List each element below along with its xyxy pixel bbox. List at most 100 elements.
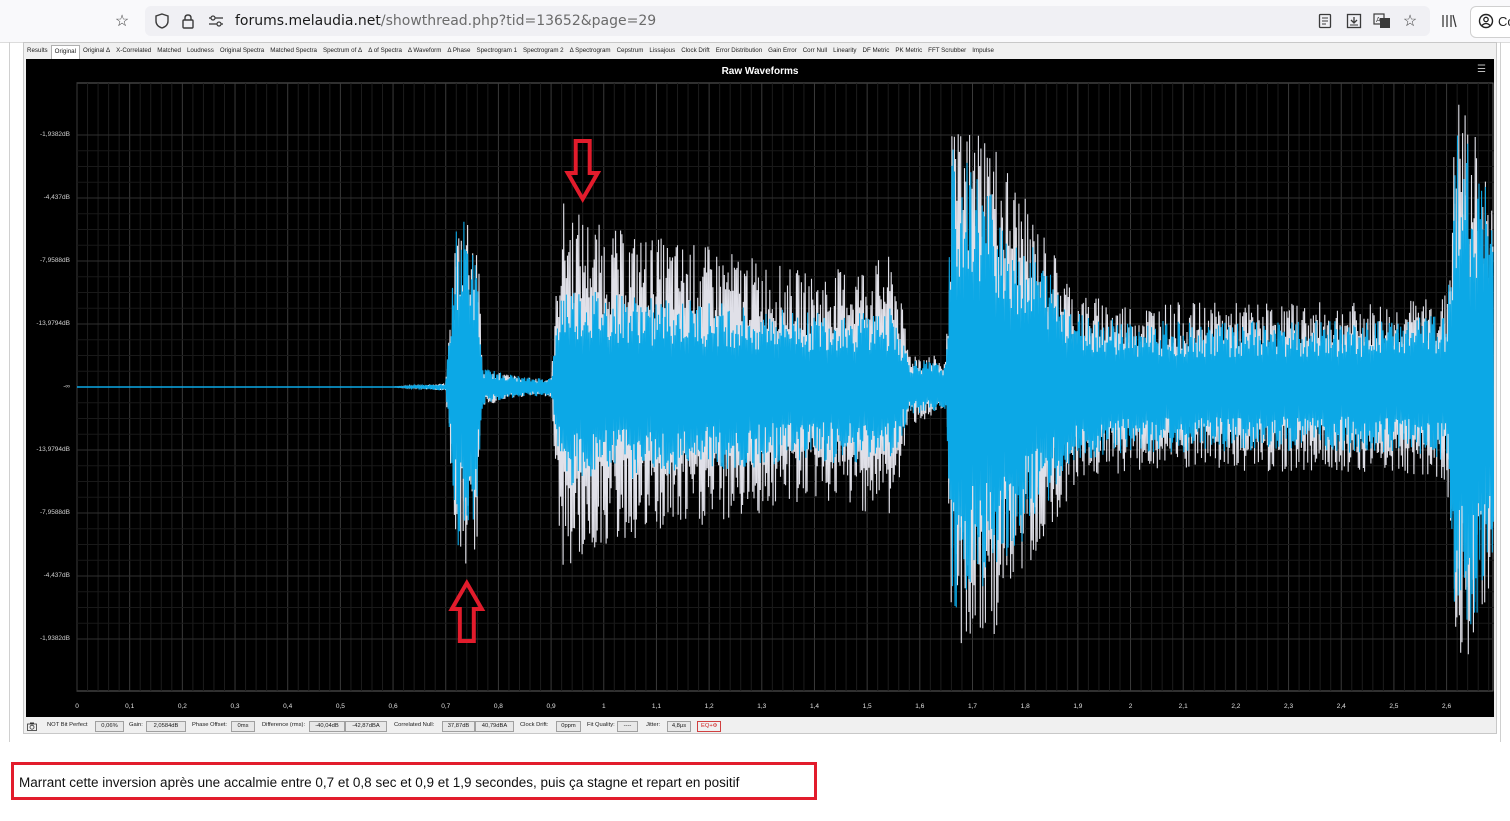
tab-fft-scrubber-24[interactable]: FFT Scrubber: [925, 45, 969, 59]
x-tick-label: 2,3: [1284, 703, 1294, 710]
account-label: Co: [1498, 14, 1510, 29]
correlated-null-dba: 40,79dBA: [475, 721, 514, 732]
gain-label: Gain:: [129, 722, 143, 728]
tab-original-spectra-6[interactable]: Original Spectra: [217, 45, 267, 59]
account-icon: [1478, 13, 1494, 32]
phase-value: 0ms: [231, 721, 255, 732]
tab-spectrogram-1-12[interactable]: Spectrogram 1: [473, 45, 520, 59]
x-tick-label: 0,6: [388, 703, 398, 710]
y-tick-label: -4,437dB: [43, 572, 70, 579]
url-domain: forums.melaudia.net: [235, 13, 381, 29]
tab-original-1[interactable]: Original: [50, 45, 80, 60]
tab-pk-metric-23[interactable]: PK Metric: [892, 45, 925, 59]
save-icon[interactable]: [1342, 9, 1366, 33]
tab-results-0[interactable]: Results: [24, 45, 51, 59]
x-tick-label: 0,5: [335, 703, 345, 710]
x-tick-label: 0,3: [230, 703, 240, 710]
waveform-plot: Raw Waveforms ☰ -1,9382dB -4,437dB -7,9588…: [26, 59, 1494, 717]
url-path: /showthread.php?tid=13652&page=29: [380, 13, 657, 29]
camera-icon[interactable]: [27, 722, 37, 733]
clock-drift-label: Clock Drift:: [520, 722, 549, 728]
tab-original-2[interactable]: Original Δ: [80, 45, 113, 59]
bookmark-star-icon[interactable]: ☆: [1398, 9, 1422, 33]
x-tick-label: 1,5: [862, 703, 872, 710]
url-text[interactable]: forums.melaudia.net/showthread.php?tid=1…: [235, 13, 656, 29]
y-tick-label: -1,9382dB: [40, 635, 70, 642]
y-tick-label: -13,9794dB: [36, 446, 70, 453]
analyzer-tabs: Results Original Original Δ X-Correlated Mat…: [24, 45, 997, 60]
tab-impulse-25[interactable]: Impulse: [969, 45, 997, 59]
jitter-label: Jitter:: [646, 722, 661, 728]
bit-perfect-label: NOT Bit Perfect: [47, 722, 88, 728]
tab-df-metric-22[interactable]: DF Metric: [860, 45, 893, 59]
shield-icon[interactable]: [150, 9, 174, 33]
tab-matched-4[interactable]: Matched: [154, 45, 184, 59]
x-tick-label: 0,7: [441, 703, 451, 710]
fit-quality-value: ----: [617, 721, 638, 732]
x-tick-label: 1,7: [967, 703, 978, 710]
correlated-null-label: Correlated Null:: [394, 722, 435, 728]
x-tick-label: 1,1: [651, 703, 661, 710]
tab-error-distribution-18[interactable]: Error Distribution: [713, 45, 765, 59]
post-caption: Marrant cette inversion après une accalm…: [19, 775, 740, 790]
x-tick-label: 2,2: [1231, 703, 1241, 710]
waveform-chart: [76, 82, 1494, 692]
tab-cepstrum-15[interactable]: Cepstrum: [614, 45, 647, 59]
x-tick-label: 1,8: [1020, 703, 1030, 710]
jitter-value: 4,8μs: [667, 721, 691, 732]
y-tick-label: -7,9588dB: [40, 509, 70, 516]
x-tick-label: 0,9: [546, 703, 556, 710]
tab-of-spectra-9[interactable]: Δ of Spectra: [365, 45, 405, 59]
translate-icon[interactable]: A: [1370, 9, 1394, 33]
x-tick-label: 0,2: [177, 703, 187, 710]
x-tick-label: 0,4: [283, 703, 293, 710]
x-tick-label: 1,9: [1073, 703, 1083, 710]
status-bar: NOT Bit Perfect 0,06% Gain: 2,0584dB Pha…: [24, 720, 1496, 732]
tab-spectrogram-2-13[interactable]: Spectrogram 2: [520, 45, 567, 59]
y-tick-label: -1,9382dB: [40, 131, 70, 138]
tab-gain-error-19[interactable]: Gain Error: [765, 45, 800, 59]
tab-corr-null-20[interactable]: Corr Null: [800, 45, 830, 59]
tab-lissajous-16[interactable]: Lissajous: [646, 45, 678, 59]
eq-phase-button[interactable]: EQ+Φ: [697, 721, 722, 732]
x-tick-label: 1,4: [809, 703, 819, 710]
fit-quality-label: Fit Quality:: [587, 722, 615, 728]
tab-loudness-5[interactable]: Loudness: [184, 45, 217, 59]
tab-spectrogram-14[interactable]: Δ Spectrogram: [567, 45, 614, 59]
tab-clock-drift-17[interactable]: Clock Drift: [678, 45, 713, 59]
phase-label: Phase Offset:: [192, 722, 228, 728]
x-tick-label: 2: [1128, 703, 1133, 710]
x-tick-label: 0,1: [125, 703, 135, 710]
browser-toolbar: ☆ forums.melaudia.net/showthread.php?tid…: [0, 0, 1510, 43]
x-tick-label: 1: [601, 703, 606, 710]
tab-linearity-21[interactable]: Linearity: [830, 45, 859, 59]
reader-icon[interactable]: [1313, 9, 1337, 33]
x-tick-label: 2,1: [1178, 703, 1188, 710]
clock-drift-value: 0ppm: [556, 721, 581, 732]
bit-perfect-value: 0,06%: [95, 721, 124, 732]
account-button[interactable]: Co: [1470, 6, 1510, 38]
tab-spectrum-of-8[interactable]: Spectrum of Δ: [320, 45, 365, 59]
y-tick-label: -∞: [63, 383, 70, 390]
lock-icon[interactable]: [176, 9, 200, 33]
x-tick-label: 0,8: [493, 703, 503, 710]
y-tick-label: -13,9794dB: [36, 320, 70, 327]
tab-phase-11[interactable]: Δ Phase: [444, 45, 473, 59]
y-tick-label: -4,437dB: [43, 194, 70, 201]
difference-value-db: -40,04dB: [309, 721, 345, 732]
x-tick-label: 1,6: [915, 703, 925, 710]
x-tick-label: 0: [75, 703, 79, 710]
x-tick-label: 2,5: [1389, 703, 1399, 710]
y-tick-label: -7,9588dB: [40, 257, 70, 264]
analyzer-window: Results Original Original Δ X-Correlated Mat…: [23, 42, 1497, 734]
difference-value-dba: -42,87dBA: [345, 721, 387, 732]
tab-waveform-10[interactable]: Δ Waveform: [405, 45, 444, 59]
difference-label: Difference (rms):: [262, 722, 306, 728]
library-icon[interactable]: [1437, 9, 1461, 33]
tab-matched-spectra-7[interactable]: Matched Spectra: [267, 45, 320, 59]
permissions-icon[interactable]: [204, 9, 228, 33]
x-tick-label: 1,2: [704, 703, 714, 710]
x-tick-label: 2,4: [1336, 703, 1346, 710]
tab-x-correlated-3[interactable]: X-Correlated: [113, 45, 154, 59]
star-icon[interactable]: ☆: [110, 9, 134, 33]
